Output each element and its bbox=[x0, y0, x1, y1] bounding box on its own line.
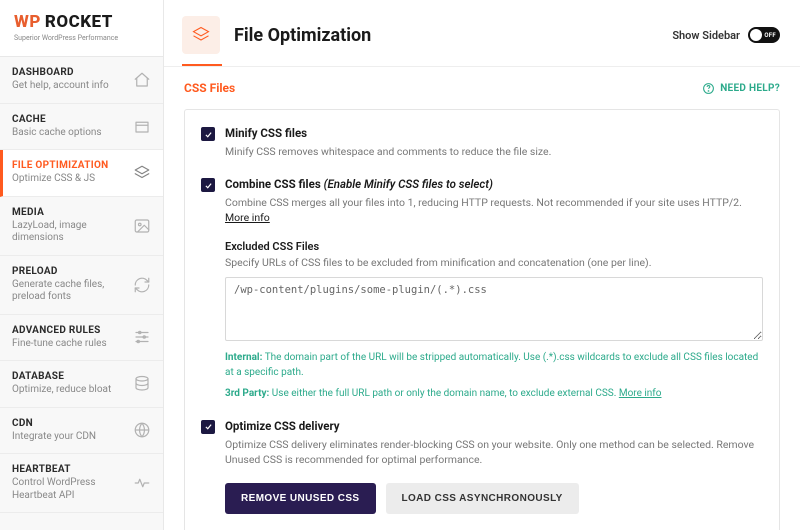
sidebar-item-title: ADVANCED RULES bbox=[12, 325, 107, 336]
sidebar-item-title: DASHBOARD bbox=[12, 67, 109, 78]
combine-css-checkbox[interactable] bbox=[201, 178, 215, 192]
logo-wp: WP bbox=[14, 12, 41, 32]
check-icon bbox=[204, 130, 213, 139]
box-icon bbox=[133, 117, 151, 135]
section-title: CSS Files bbox=[184, 81, 235, 95]
sidebar-item-cache[interactable]: CACHE Basic cache options bbox=[0, 104, 163, 151]
sidebar-item-title: PRELOAD bbox=[12, 266, 127, 277]
optimize-css-option: Optimize CSS delivery Optimize CSS deliv… bbox=[201, 419, 763, 467]
thirdparty-more-info-link[interactable]: More info bbox=[619, 388, 662, 399]
sidebar-item-dashboard[interactable]: DASHBOARD Get help, account info bbox=[0, 57, 163, 104]
sidebar-item-preload[interactable]: PRELOAD Generate cache files, preload fo… bbox=[0, 256, 163, 315]
page-icon-badge bbox=[182, 16, 220, 54]
remove-unused-css-button[interactable]: REMOVE UNUSED CSS bbox=[225, 483, 376, 514]
sidebar-item-title: HEARTBEAT bbox=[12, 464, 127, 475]
sidebar-item-cdn[interactable]: CDN Integrate your CDN bbox=[0, 408, 163, 455]
sidebar-item-sub: Optimize, reduce bloat bbox=[12, 384, 111, 397]
minify-css-desc: Minify CSS removes whitespace and commen… bbox=[225, 144, 763, 159]
sidebar-item-title: FILE OPTIMIZATION bbox=[12, 160, 109, 171]
minify-css-checkbox[interactable] bbox=[201, 127, 215, 141]
excluded-note-thirdparty: 3rd Party: Use either the full URL path … bbox=[225, 386, 763, 401]
sidebar-item-title: CDN bbox=[12, 418, 96, 429]
minify-css-title: Minify CSS files bbox=[225, 126, 763, 140]
globe-icon bbox=[133, 421, 151, 439]
check-icon bbox=[204, 422, 213, 431]
heartbeat-icon bbox=[133, 474, 151, 492]
optimize-css-desc: Optimize CSS delivery eliminates render-… bbox=[225, 437, 763, 467]
refresh-icon bbox=[133, 276, 151, 294]
excluded-note-internal: Internal: The domain part of the URL wil… bbox=[225, 350, 763, 380]
brand-logo: WP ROCKET Superior WordPress Performance bbox=[0, 0, 163, 57]
image-icon bbox=[133, 217, 151, 235]
excluded-css-desc: Specify URLs of CSS files to be excluded… bbox=[225, 256, 763, 269]
content-scroll: CSS Files NEED HELP? Minify CSS files Mi… bbox=[164, 67, 800, 530]
layers-icon bbox=[133, 164, 151, 182]
logo-tagline: Superior WordPress Performance bbox=[14, 34, 149, 42]
sidebar-item-file-optimization[interactable]: FILE OPTIMIZATION Optimize CSS & JS bbox=[0, 150, 163, 197]
check-icon bbox=[204, 181, 213, 190]
combine-css-option: Combine CSS files (Enable Minify CSS fil… bbox=[201, 177, 763, 400]
sidebar-item-title: DATABASE bbox=[12, 371, 111, 382]
help-icon bbox=[702, 82, 715, 95]
toggle-state-label: OFF bbox=[764, 32, 776, 39]
sidebar-item-media[interactable]: MEDIA LazyLoad, image dimensions bbox=[0, 197, 163, 256]
sidebar-item-sub: Integrate your CDN bbox=[12, 431, 96, 444]
css-files-panel: Minify CSS files Minify CSS removes whit… bbox=[184, 109, 780, 530]
sidebar-item-sub: Get help, account info bbox=[12, 80, 109, 93]
sidebar-item-advanced-rules[interactable]: ADVANCED RULES Fine-tune cache rules bbox=[0, 315, 163, 362]
layers-icon bbox=[191, 25, 211, 45]
combine-css-title: Combine CSS files (Enable Minify CSS fil… bbox=[225, 177, 763, 191]
home-icon bbox=[133, 71, 151, 89]
minify-css-option: Minify CSS files Minify CSS removes whit… bbox=[201, 126, 763, 159]
optimize-css-checkbox[interactable] bbox=[201, 420, 215, 434]
sidebar-item-sub: Basic cache options bbox=[12, 127, 102, 140]
show-sidebar-label: Show Sidebar bbox=[672, 29, 740, 42]
optimize-css-buttons: REMOVE UNUSED CSS LOAD CSS ASYNCHRONOUSL… bbox=[225, 483, 763, 514]
sliders-icon bbox=[133, 328, 151, 346]
sidebar-item-sub: LazyLoad, image dimensions bbox=[12, 220, 127, 245]
need-help-link[interactable]: NEED HELP? bbox=[702, 82, 780, 95]
sidebar-item-title: MEDIA bbox=[12, 207, 127, 218]
sidebar-item-sub: Optimize CSS & JS bbox=[12, 173, 109, 186]
optimize-css-title: Optimize CSS delivery bbox=[225, 419, 763, 433]
database-icon bbox=[133, 375, 151, 393]
logo-rocket: ROCKET bbox=[45, 12, 113, 32]
sidebar-item-title: CACHE bbox=[12, 114, 102, 125]
combine-css-hint: (Enable Minify CSS files to select) bbox=[324, 177, 493, 191]
combine-more-info-link[interactable]: More info bbox=[225, 211, 270, 224]
main: File Optimization Show Sidebar OFF CSS F… bbox=[164, 0, 800, 530]
page-title: File Optimization bbox=[234, 25, 371, 46]
sidebar: WP ROCKET Superior WordPress Performance… bbox=[0, 0, 164, 530]
main-header: File Optimization Show Sidebar OFF bbox=[164, 0, 800, 54]
excluded-css-block: Excluded CSS Files Specify URLs of CSS f… bbox=[225, 240, 763, 401]
combine-css-desc: Combine CSS merges all your files into 1… bbox=[225, 195, 763, 225]
show-sidebar-toggle[interactable]: OFF bbox=[748, 27, 780, 43]
need-help-label: NEED HELP? bbox=[720, 83, 780, 94]
excluded-css-textarea[interactable] bbox=[225, 277, 763, 341]
sidebar-item-database[interactable]: DATABASE Optimize, reduce bloat bbox=[0, 361, 163, 408]
sidebar-item-sub: Generate cache files, preload fonts bbox=[12, 279, 127, 304]
load-css-async-button[interactable]: LOAD CSS ASYNCHRONOUSLY bbox=[386, 483, 579, 514]
sidebar-item-sub: Fine-tune cache rules bbox=[12, 338, 107, 351]
sidebar-item-sub: Control WordPress Heartbeat API bbox=[12, 477, 127, 502]
excluded-css-title: Excluded CSS Files bbox=[225, 240, 763, 253]
sidebar-item-heartbeat[interactable]: HEARTBEAT Control WordPress Heartbeat AP… bbox=[0, 454, 163, 513]
sidebar-nav: DASHBOARD Get help, account info CACHE B… bbox=[0, 57, 163, 513]
